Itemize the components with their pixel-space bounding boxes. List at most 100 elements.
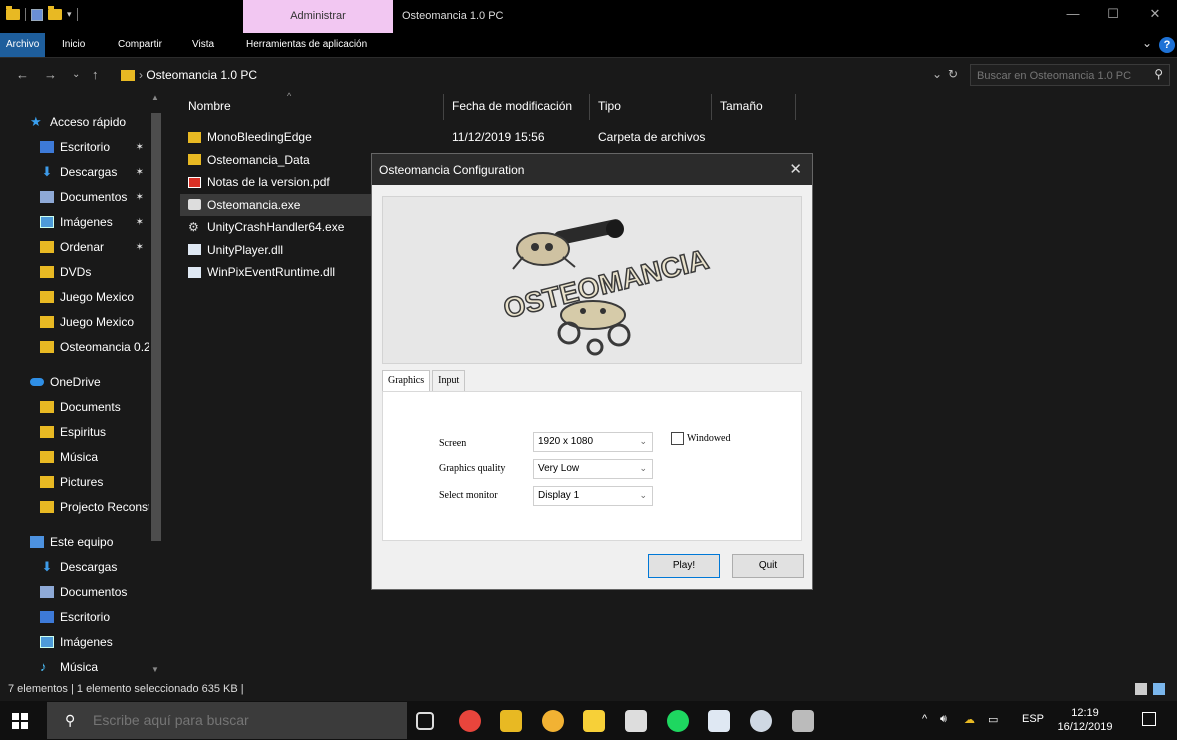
shield-app-icon[interactable] [750, 710, 772, 732]
download-icon: ⬇ [41, 164, 53, 179]
tab-inicio[interactable]: Inicio [56, 33, 91, 57]
scroll-up-arrow-icon[interactable]: ▲ [151, 93, 159, 102]
scroll-down-arrow-icon[interactable]: ▼ [151, 665, 159, 674]
forward-arrow-icon[interactable]: → [44, 67, 57, 82]
tab-herramientas[interactable]: Herramientas de aplicación [240, 33, 373, 57]
network-icon[interactable]: ▭ [988, 713, 998, 726]
tab-vista[interactable]: Vista [186, 33, 220, 57]
unity-icon[interactable] [625, 710, 647, 732]
help-icon[interactable]: ? [1159, 37, 1175, 53]
column-separator[interactable] [589, 94, 590, 120]
sidebar-item[interactable]: Escritorio ✶ [0, 135, 160, 159]
column-header-date[interactable]: Fecha de modificación [452, 94, 572, 120]
address-path[interactable]: › Osteomancia 1.0 PC [139, 68, 257, 82]
up-arrow-icon[interactable]: ↑ [92, 67, 99, 82]
address-history-chevron-icon[interactable]: ⌄ [932, 67, 942, 81]
volume-icon[interactable]: 🔊︎ [940, 713, 947, 726]
minimize-button[interactable]: — [1058, 6, 1088, 21]
new-folder-icon[interactable] [48, 6, 62, 20]
column-header-size[interactable]: Tamaño [720, 94, 763, 120]
properties-icon[interactable] [31, 8, 43, 21]
column-separator[interactable] [795, 94, 796, 120]
back-arrow-icon[interactable]: ← [16, 67, 29, 82]
unity-hub-icon[interactable] [542, 710, 564, 732]
sidebar-item[interactable]: Juego Mexico [0, 310, 160, 334]
spotify-icon[interactable] [667, 710, 689, 732]
recent-locations-chevron-icon[interactable]: ⌄ [72, 69, 80, 80]
file-explorer-icon[interactable] [500, 710, 522, 732]
sidebar-item[interactable]: ⬇ Descargas ✶ [0, 160, 160, 184]
monitor-select[interactable]: Display 1 ⌄ [533, 486, 653, 506]
sidebar-item[interactable]: Música [0, 445, 160, 469]
sidebar-item[interactable]: Juego Mexico [0, 285, 160, 309]
large-icons-view-icon[interactable] [1153, 683, 1165, 695]
search-box[interactable]: ⚲ [970, 64, 1170, 86]
address-field[interactable]: › Osteomancia 1.0 PC [112, 64, 964, 86]
column-separator[interactable] [711, 94, 712, 120]
show-hidden-icons-chevron-icon[interactable]: ^ [922, 713, 927, 725]
language-indicator[interactable]: ESP [1022, 713, 1044, 725]
expand-ribbon-chevron-icon[interactable]: ⌄ [1142, 36, 1152, 50]
play-button[interactable]: Play! [648, 554, 720, 578]
customize-toolbar-chevron-icon[interactable]: ▾ [67, 9, 72, 20]
maximize-button[interactable]: ☐ [1098, 6, 1128, 22]
sidebar-item-label: Música [60, 450, 99, 464]
sidebar-item[interactable]: DVDs [0, 260, 160, 284]
details-view-icon[interactable] [1135, 683, 1147, 695]
sidebar-item[interactable]: Espiritus [0, 420, 160, 444]
scrollbar-thumb[interactable] [151, 113, 161, 541]
quit-button[interactable]: Quit [732, 554, 804, 578]
search-icon[interactable]: ⚲ [1154, 67, 1163, 81]
taskbar: ⚲ ^ 🔊︎ ☁ ▭ ESP 12:19 16/12/2019 [0, 701, 1177, 740]
action-center-icon[interactable] [1142, 712, 1156, 726]
sidebar-item[interactable]: Este equipo [0, 530, 160, 554]
sidebar-item[interactable]: ♪ Música [0, 655, 160, 679]
sidebar-item[interactable]: Osteomancia 0.2 [0, 335, 160, 359]
column-separator[interactable] [443, 94, 444, 120]
search-input[interactable] [977, 68, 1147, 83]
sidebar-item[interactable]: Pictures [0, 470, 160, 494]
windowed-checkbox[interactable] [671, 432, 684, 445]
windows-start-icon[interactable] [12, 713, 28, 729]
file-date: 11/12/2019 15:56 [452, 130, 545, 144]
file-name: Notas de la version.pdf [207, 175, 330, 189]
sidebar-item[interactable]: Imágenes [0, 630, 160, 654]
sidebar-item[interactable]: Documents [0, 395, 160, 419]
monitor-value: Display 1 [538, 490, 580, 501]
sidebar-item[interactable]: Ordenar ✶ [0, 235, 160, 259]
chrome-icon[interactable] [459, 710, 481, 732]
tab-input[interactable]: Input [432, 370, 466, 392]
osteomancia-app-icon[interactable] [792, 710, 814, 732]
tab-archivo[interactable]: Archivo [0, 33, 46, 57]
manage-context-tab[interactable]: Administrar [243, 0, 393, 33]
screen-resolution-select[interactable]: 1920 x 1080 ⌄ [533, 432, 653, 452]
system-clock[interactable]: 12:19 16/12/2019 [1055, 706, 1115, 734]
tab-compartir[interactable]: Compartir [112, 33, 168, 57]
sidebar-item[interactable]: Escritorio [0, 605, 160, 629]
sidebar-item-label: DVDs [60, 265, 92, 279]
window-titlebar: ▾ Administrar Osteomancia 1.0 PC — ☐ ✕ [0, 0, 1177, 33]
tab-graphics[interactable]: Graphics [382, 370, 431, 392]
navigation-scrollbar[interactable]: ▲ ▼ [149, 91, 163, 679]
onedrive-sync-icon[interactable]: ☁ [964, 713, 975, 726]
task-view-icon[interactable] [416, 712, 434, 730]
sidebar-item[interactable]: ⬇ Descargas [0, 555, 160, 579]
refresh-icon[interactable]: ↻ [948, 67, 958, 81]
sidebar-item[interactable]: OneDrive [0, 370, 160, 394]
file-row[interactable]: MonoBleedingEdge 11/12/2019 15:56 Carpeta … [180, 126, 705, 148]
breadcrumb-current[interactable]: Osteomancia 1.0 PC [146, 68, 257, 82]
graphics-quality-select[interactable]: Very Low ⌄ [533, 459, 653, 479]
notepad-icon[interactable] [708, 710, 730, 732]
sidebar-item[interactable]: Projecto Reconst [0, 495, 160, 519]
column-header-type[interactable]: Tipo [598, 94, 621, 120]
taskbar-search[interactable]: ⚲ [47, 702, 407, 739]
column-header-name[interactable]: Nombre [188, 94, 231, 120]
taskbar-search-input[interactable] [93, 711, 393, 729]
dialog-close-button[interactable]: ✕ [789, 160, 802, 178]
sidebar-item[interactable]: Imágenes ✶ [0, 210, 160, 234]
sticky-notes-icon[interactable] [583, 710, 605, 732]
sidebar-item[interactable]: ★ Acceso rápido [0, 110, 160, 134]
close-button[interactable]: ✕ [1140, 6, 1170, 22]
sidebar-item[interactable]: Documentos ✶ [0, 185, 160, 209]
sidebar-item[interactable]: Documentos [0, 580, 160, 604]
